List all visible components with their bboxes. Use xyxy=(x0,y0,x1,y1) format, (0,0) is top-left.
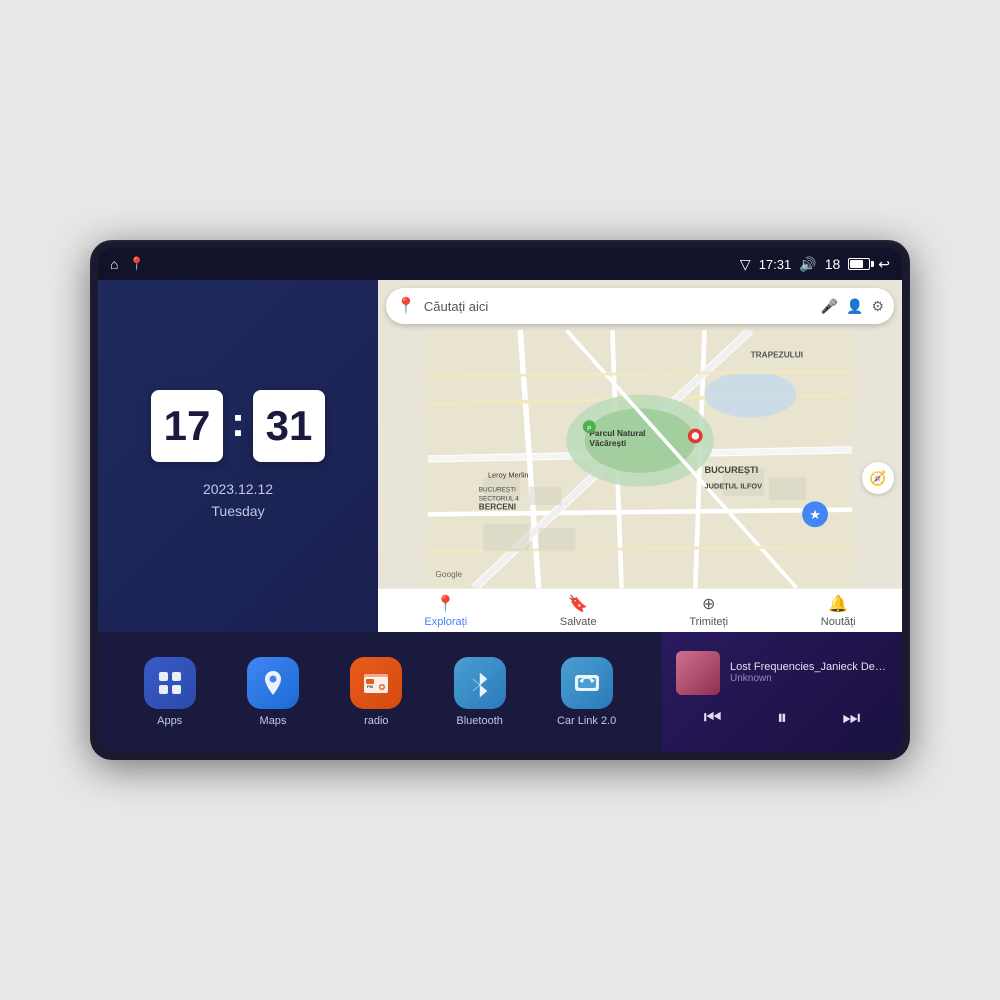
car-display: ⌂ 📍 ▽ 17:31 🔊 18 ↩ 17 xyxy=(90,240,910,760)
clock-date: 2023.12.12 Tuesday xyxy=(203,478,273,523)
main-content: 17 : 31 2023.12.12 Tuesday 📍 Căutați aic… xyxy=(98,280,902,752)
svg-text:FM: FM xyxy=(367,684,373,689)
map-panel[interactable]: 📍 Căutați aici 🎤 👤 ⚙ xyxy=(378,280,902,632)
apps-icon xyxy=(155,668,185,698)
map-search-bar[interactable]: 📍 Căutați aici 🎤 👤 ⚙ xyxy=(386,288,894,324)
music-title: Lost Frequencies_Janieck Devy-... xyxy=(730,661,888,673)
volume-icon: 🔊 xyxy=(799,256,816,273)
carlink-label: Car Link 2.0 xyxy=(557,715,616,727)
map-nav-saved[interactable]: 🔖 Salvate xyxy=(560,594,597,628)
explore-label: Explorați xyxy=(424,616,467,628)
clock-panel: 17 : 31 2023.12.12 Tuesday xyxy=(98,280,378,632)
saved-label: Salvate xyxy=(560,616,597,628)
svg-text:★: ★ xyxy=(809,507,821,522)
clock-hours: 17 xyxy=(151,390,223,462)
bluetooth-label: Bluetooth xyxy=(456,715,502,727)
home-icon[interactable]: ⌂ xyxy=(110,256,118,272)
play-pause-button[interactable]: ⏸ xyxy=(765,703,799,734)
carlink-icon xyxy=(571,667,603,699)
map-compass-button[interactable]: 🧭 xyxy=(862,462,894,494)
music-panel: Lost Frequencies_Janieck Devy-... Unknow… xyxy=(662,632,902,752)
screen: ⌂ 📍 ▽ 17:31 🔊 18 ↩ 17 xyxy=(98,248,902,752)
battery-icon xyxy=(848,258,870,270)
radio-label: radio xyxy=(364,715,388,727)
svg-text:Văcărești: Văcărești xyxy=(589,438,626,448)
status-bar-right: ▽ 17:31 🔊 18 ↩ xyxy=(740,256,890,273)
explore-icon: 📍 xyxy=(436,594,456,614)
clock-separator: : xyxy=(231,401,245,443)
svg-text:BUCUREȘTI: BUCUREȘTI xyxy=(479,486,516,493)
map-search-input[interactable]: Căutați aici xyxy=(424,299,813,314)
maps-status-icon[interactable]: 📍 xyxy=(128,256,144,272)
top-section: 17 : 31 2023.12.12 Tuesday 📍 Căutați aic… xyxy=(98,280,902,632)
svg-text:Parcul Natural: Parcul Natural xyxy=(589,428,645,438)
music-info: Lost Frequencies_Janieck Devy-... Unknow… xyxy=(676,651,888,695)
settings-circle-icon[interactable]: ⚙ xyxy=(871,298,884,315)
app-icon-radio[interactable]: FM radio xyxy=(350,657,402,727)
music-thumbnail xyxy=(676,651,720,695)
next-button[interactable]: ⏭ xyxy=(830,703,872,734)
music-thumbnail-inner xyxy=(676,651,720,695)
clock-display: 17 : 31 xyxy=(151,390,325,462)
bluetooth-icon xyxy=(465,668,495,698)
radio-icon: FM xyxy=(360,667,392,699)
send-label: Trimiteți xyxy=(689,616,728,628)
clock-date-value: 2023.12.12 xyxy=(203,478,273,500)
map-svg: ★ TRAPEZULUI Parcul Natural Văcărești BU… xyxy=(378,330,902,588)
map-search-pin-icon: 📍 xyxy=(396,296,416,316)
volume-level: 18 xyxy=(825,256,841,272)
status-bar: ⌂ 📍 ▽ 17:31 🔊 18 ↩ xyxy=(98,248,902,280)
radio-icon-wrapper: FM xyxy=(350,657,402,709)
map-bottom-bar: 📍 Explorați 🔖 Salvate ⊕ Trimiteți 🔔 xyxy=(378,588,902,632)
map-nav-news[interactable]: 🔔 Noutăți xyxy=(821,594,856,628)
map-nav-explore[interactable]: 📍 Explorați xyxy=(424,594,467,628)
music-artist: Unknown xyxy=(730,673,888,684)
saved-icon: 🔖 xyxy=(568,594,588,614)
map-nav-send[interactable]: ⊕ Trimiteți xyxy=(689,594,728,628)
app-icon-bluetooth[interactable]: Bluetooth xyxy=(454,657,506,727)
apps-label: Apps xyxy=(157,715,182,727)
svg-text:TRAPEZULUI: TRAPEZULUI xyxy=(751,350,803,360)
mic-icon[interactable]: 🎤 xyxy=(821,298,838,315)
signal-icon: ▽ xyxy=(740,256,751,273)
clock-minutes: 31 xyxy=(253,390,325,462)
status-bar-left: ⌂ 📍 xyxy=(110,256,145,272)
prev-button[interactable]: ⏮ xyxy=(692,703,734,734)
apps-icon-wrapper xyxy=(144,657,196,709)
bluetooth-icon-wrapper xyxy=(454,657,506,709)
svg-text:Leroy Merlin: Leroy Merlin xyxy=(488,470,529,479)
news-label: Noutăți xyxy=(821,616,856,628)
map-search-icons: 🎤 👤 ⚙ xyxy=(821,298,884,315)
app-icon-apps[interactable]: Apps xyxy=(144,657,196,727)
svg-text:Google: Google xyxy=(435,569,462,579)
svg-text:BUCUREȘTI: BUCUREȘTI xyxy=(705,465,759,475)
maps-icon-wrapper xyxy=(247,657,299,709)
clock-day-value: Tuesday xyxy=(203,500,273,522)
app-icon-maps[interactable]: Maps xyxy=(247,657,299,727)
profile-icon[interactable]: 👤 xyxy=(846,298,863,315)
svg-text:SECTORUL 4: SECTORUL 4 xyxy=(479,495,519,502)
app-icon-carlink[interactable]: Car Link 2.0 xyxy=(557,657,616,727)
music-controls: ⏮ ⏸ ⏭ xyxy=(676,703,888,734)
bottom-section: Apps Maps xyxy=(98,632,902,752)
svg-text:JUDEȚUL ILFOV: JUDEȚUL ILFOV xyxy=(705,481,763,490)
music-text: Lost Frequencies_Janieck Devy-... Unknow… xyxy=(730,661,888,684)
app-icons-panel: Apps Maps xyxy=(98,632,662,752)
maps-label: Maps xyxy=(260,715,287,727)
svg-text:P: P xyxy=(587,425,591,432)
maps-icon xyxy=(258,668,288,698)
map-area: ★ TRAPEZULUI Parcul Natural Văcărești BU… xyxy=(378,330,902,588)
svg-text:BERCENI: BERCENI xyxy=(479,502,516,512)
news-icon: 🔔 xyxy=(828,594,848,614)
carlink-icon-wrapper xyxy=(561,657,613,709)
back-icon[interactable]: ↩ xyxy=(878,256,890,273)
send-icon: ⊕ xyxy=(702,594,715,614)
status-time: 17:31 xyxy=(759,257,792,272)
